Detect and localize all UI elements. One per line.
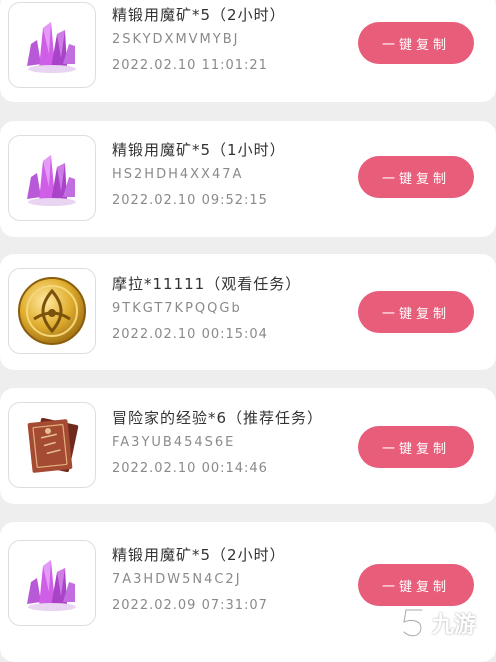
list-item: 精锻用魔矿*5（2小时） 2SKYDXMVMYBJ 2022.02.10 11:… xyxy=(0,0,496,102)
copy-button[interactable]: 一键复制 xyxy=(358,426,474,468)
item-title: 精锻用魔矿*5（1小时） xyxy=(112,141,286,159)
item-code: 2SKYDXMVMYBJ xyxy=(112,32,240,47)
copy-button[interactable]: 一键复制 xyxy=(358,564,474,606)
item-code: HS2HDH4XX47A xyxy=(112,167,244,182)
item-code: FA3YUB454S6E xyxy=(112,435,236,450)
item-title: 摩拉*11111（观看任务） xyxy=(112,275,302,293)
watermark: 九游 xyxy=(400,606,476,640)
item-code: 9TKGT7KPQQGb xyxy=(112,301,242,316)
item-code: 7A3HDW5N4C2J xyxy=(112,572,242,587)
list-item: 精锻用魔矿*5（2小时） 7A3HDW5N4C2J 2022.02.09 07:… xyxy=(0,522,496,662)
purple-crystal-icon xyxy=(27,22,76,73)
copy-button[interactable]: 一键复制 xyxy=(358,291,474,333)
item-icon-box xyxy=(8,540,96,626)
copy-button[interactable]: 一键复制 xyxy=(358,156,474,198)
item-icon-box xyxy=(8,402,96,488)
purple-crystal-icon xyxy=(27,560,76,611)
item-date: 2022.02.10 09:52:15 xyxy=(112,193,268,208)
item-icon-box xyxy=(8,268,96,354)
item-date: 2022.02.10 00:14:46 xyxy=(112,461,268,476)
item-title: 精锻用魔矿*5（2小时） xyxy=(112,6,286,24)
list-item: 冒险家的经验*6（推荐任务） FA3YUB454S6E 2022.02.10 0… xyxy=(0,388,496,504)
item-title: 精锻用魔矿*5（2小时） xyxy=(112,546,286,564)
purple-crystal-icon xyxy=(27,155,76,206)
list-item: 摩拉*11111（观看任务） 9TKGT7KPQQGb 2022.02.10 0… xyxy=(0,254,496,370)
copy-button[interactable]: 一键复制 xyxy=(358,22,474,64)
mora-coin-icon xyxy=(18,277,86,345)
jiuyou-logo-icon xyxy=(401,608,424,638)
list-item: 精锻用魔矿*5（1小时） HS2HDH4XX47A 2022.02.10 09:… xyxy=(0,121,496,237)
adventurer-book-icon xyxy=(27,417,79,473)
item-date: 2022.02.09 07:31:07 xyxy=(112,598,268,613)
watermark-text: 九游 xyxy=(432,613,477,638)
item-date: 2022.02.10 00:15:04 xyxy=(112,327,268,342)
item-icon-box xyxy=(8,135,96,221)
item-date: 2022.02.10 11:01:21 xyxy=(112,58,268,73)
item-icon-box xyxy=(8,2,96,88)
item-title: 冒险家的经验*6（推荐任务） xyxy=(112,409,324,427)
